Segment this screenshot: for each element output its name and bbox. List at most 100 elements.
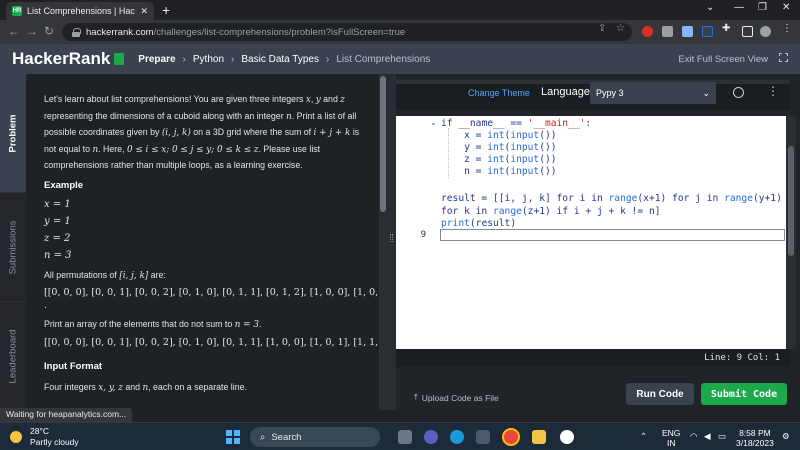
reload-icon[interactable]: ↻ [44, 24, 54, 38]
code-line: for k in range(z+1) if i + j + k != n] [441, 206, 661, 217]
hackerrank-logo[interactable]: HackerRank [12, 49, 125, 69]
chevron-down-icon: ⌄ [702, 87, 710, 98]
restore-icon[interactable]: ❐ [758, 2, 767, 13]
problem-scrollbar[interactable] [379, 74, 387, 410]
tab-leaderboard[interactable]: Leaderboard [0, 302, 26, 410]
browser-tab[interactable]: HR List Comprehensions | HackerRa ✕ [6, 2, 154, 20]
problem-intro: Let's learn about list comprehensions! Y… [44, 94, 360, 171]
weather-icon[interactable] [10, 431, 22, 443]
breadcrumb-current: List Comprehensions [336, 53, 431, 65]
url-text: hackerrank.com/challenges/list-comprehen… [86, 26, 406, 38]
chevron-down-icon[interactable]: ⌄ [706, 2, 714, 13]
code-line: if __name__ == '__main__': [441, 118, 592, 129]
side-tabs: Problem Submissions Leaderboard [0, 74, 26, 410]
extension-icon[interactable] [642, 26, 653, 37]
windows-taskbar: 28°C Partly cloudy ⌕ Search ⌃ ENG IN ◠ ◀… [0, 422, 800, 450]
wifi-icon[interactable]: ◠ [690, 431, 697, 441]
logo-square-icon [114, 53, 125, 65]
example-value: y = 1 [44, 215, 71, 227]
chevron-up-icon[interactable]: ⌃ [640, 431, 647, 441]
store-icon[interactable] [476, 430, 490, 444]
example-value: x = 1 [44, 198, 71, 210]
file-explorer-icon[interactable] [532, 430, 546, 444]
share-icon[interactable]: ⇪ [598, 23, 606, 34]
breadcrumb-python[interactable]: Python [193, 54, 224, 65]
chevron-right-icon: › [326, 53, 330, 65]
chevron-right-icon: › [182, 53, 186, 65]
start-button[interactable] [226, 430, 240, 444]
scrollbar-thumb[interactable] [380, 76, 386, 212]
panel-resize-handle[interactable] [387, 74, 396, 410]
code-editor-panel: Change Theme Language Pypy 3 ⌄ ⋮ ⌄ 9 if … [396, 74, 800, 410]
app-icon[interactable] [560, 430, 574, 444]
address-bar[interactable]: hackerrank.com/challenges/list-comprehen… [62, 23, 632, 41]
forward-icon[interactable]: → [26, 24, 38, 38]
teams-icon[interactable] [424, 430, 438, 444]
site-header: HackerRank Prepare › Python › Basic Data… [0, 44, 800, 74]
change-theme-link[interactable]: Change Theme [468, 88, 530, 98]
tab-submissions[interactable]: Submissions [0, 192, 26, 302]
task-view-icon[interactable] [398, 430, 412, 444]
weather-widget[interactable]: 28°C Partly cloudy [30, 426, 79, 448]
chevron-right-icon: › [231, 53, 235, 65]
back-icon[interactable]: ← [8, 24, 20, 38]
taskbar-search[interactable]: ⌕ Search [250, 427, 380, 447]
problem-statement: Let's learn about list comprehensions! Y… [26, 74, 378, 410]
exit-fullscreen-link[interactable]: Exit Full Screen View [678, 54, 768, 65]
run-code-button[interactable]: Run Code [626, 383, 694, 405]
side-panel-icon[interactable] [742, 26, 753, 37]
current-line-highlight [440, 229, 785, 241]
submit-code-button[interactable]: Submit Code [701, 383, 787, 405]
battery-icon[interactable]: ▭ [718, 431, 726, 441]
scrollbar-thumb[interactable] [788, 146, 794, 256]
tab-problem[interactable]: Problem [0, 74, 26, 192]
code-line: x = int(input()) [441, 130, 557, 141]
input-format-heading: Input Format [44, 360, 103, 372]
volume-icon[interactable]: ◀ [704, 431, 711, 441]
chrome-icon[interactable] [504, 430, 518, 444]
puzzle-icon[interactable]: ✚ [722, 23, 730, 34]
language-select[interactable]: Pypy 3 ⌄ [590, 82, 716, 104]
more-options-icon[interactable]: ⋮ [767, 84, 779, 98]
hackerrank-favicon-icon: HR [12, 6, 22, 16]
print-text: Print an array of the elements that do n… [44, 319, 262, 331]
clock[interactable]: 8:58 PM 3/18/2023 [736, 428, 774, 448]
code-line: result = [[i, j, k] for i in range(x+1) … [441, 193, 782, 204]
new-tab-button[interactable]: + [162, 2, 170, 18]
menu-icon[interactable]: ⋮ [782, 23, 792, 34]
language-indicator[interactable]: ENG IN [662, 428, 680, 448]
editor-scrollbar[interactable] [786, 116, 796, 349]
upload-icon: ⤒ [414, 392, 418, 402]
example-value: z = 2 [44, 232, 71, 244]
extension-icon[interactable] [682, 26, 693, 37]
tab-title: List Comprehensions | HackerRa [27, 6, 135, 16]
breadcrumb-prepare[interactable]: Prepare [138, 54, 175, 65]
drag-grip-icon[interactable] [390, 234, 393, 242]
minimize-icon[interactable]: — [734, 2, 744, 13]
close-tab-icon[interactable]: ✕ [140, 6, 148, 17]
breadcrumb-basic-data-types[interactable]: Basic Data Types [241, 54, 319, 65]
browser-status-text: Waiting for heapanalytics.com... [0, 408, 133, 422]
code-line: z = int(input()) [441, 154, 557, 165]
cursor-position: Line: 9 Col: 1 [704, 353, 780, 363]
notification-icon[interactable]: ⚙ [782, 431, 790, 441]
history-icon[interactable] [733, 87, 744, 98]
extension-icon[interactable] [662, 26, 673, 37]
avatar[interactable] [760, 26, 771, 37]
extension-icon[interactable] [702, 26, 713, 37]
upload-code-button[interactable]: ⤒ Upload Code as File [414, 392, 499, 403]
input-format-text: Four integers x, y, z and n, each on a s… [44, 382, 247, 394]
edge-icon[interactable] [450, 430, 464, 444]
example-value: n = 3 [44, 249, 72, 261]
code-area[interactable]: ⌄ 9 if __name__ == '__main__': x = int(i… [396, 116, 790, 349]
collapse-icon[interactable] [779, 53, 788, 62]
lock-icon [72, 27, 81, 37]
bookmark-star-icon[interactable]: ☆ [616, 23, 625, 34]
fold-chevron-icon[interactable]: ⌄ [430, 118, 437, 127]
line-number: 9 [420, 230, 426, 240]
editor-status-bar: Line: 9 Col: 1 [396, 349, 790, 367]
permutations-text: All permutations of [i, j, k] are: [44, 269, 166, 281]
close-window-icon[interactable]: ✕ [782, 2, 790, 13]
code-line: y = int(input()) [441, 142, 557, 153]
search-icon: ⌕ [260, 431, 266, 443]
